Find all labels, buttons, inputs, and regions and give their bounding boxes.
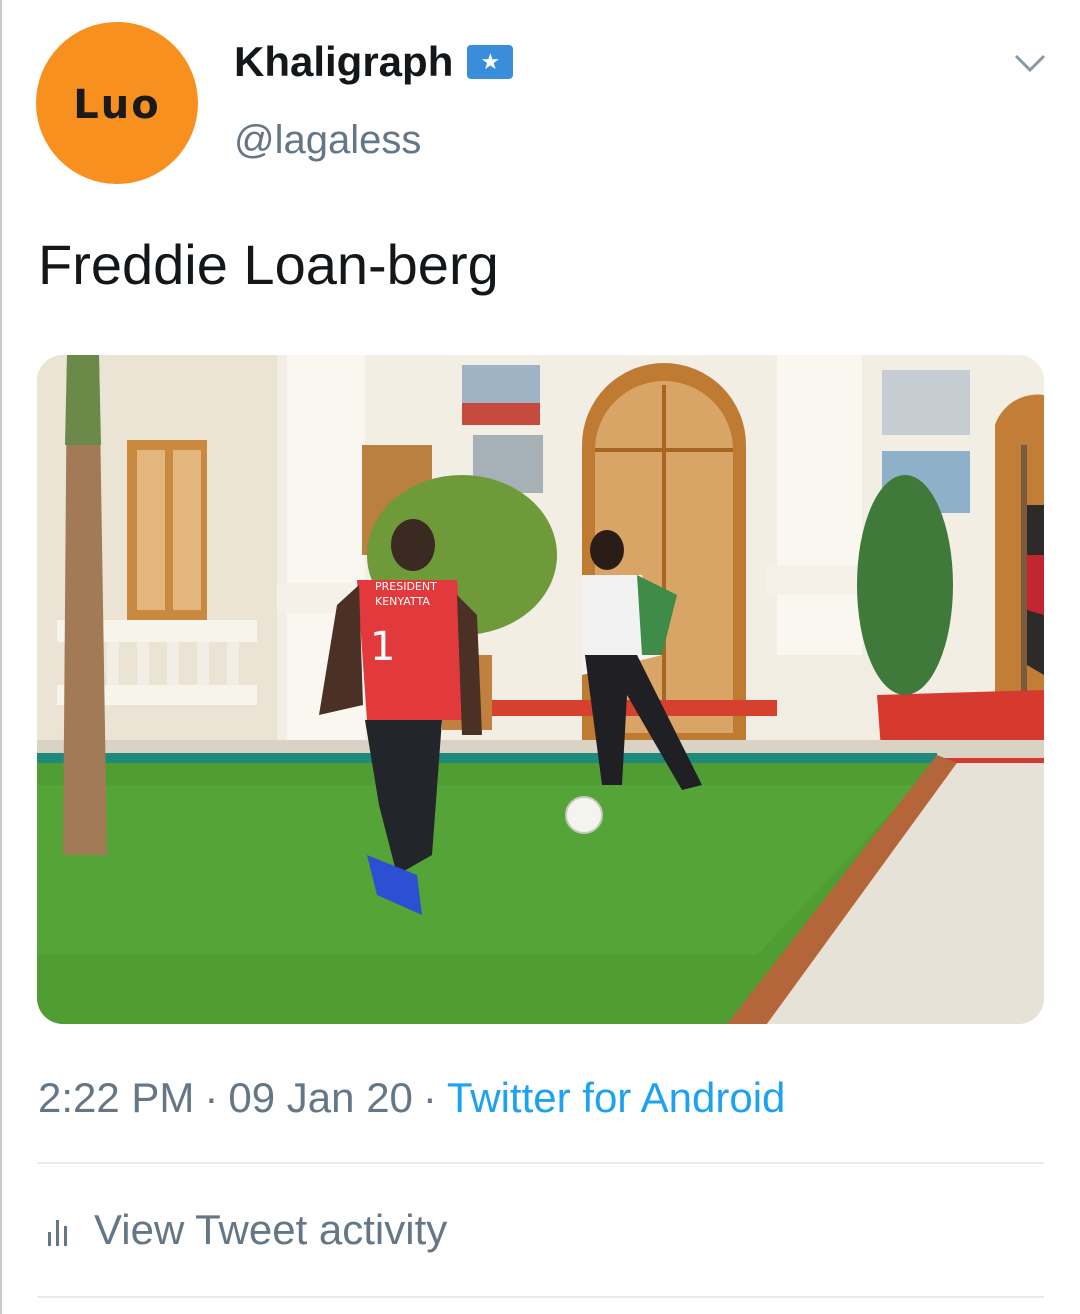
tweet-date: 09 Jan 20 xyxy=(228,1074,413,1121)
user-handle[interactable]: @lagaless xyxy=(234,118,421,163)
photo-scene: PRESIDENT KENYATTA 1 xyxy=(37,355,1044,1024)
bar-chart-icon xyxy=(48,1220,67,1246)
tweet-text: Freddie Loan-berg xyxy=(38,233,499,296)
tweet-meta: 2:22 PM · 09 Jan 20 · Twitter for Android xyxy=(38,1074,785,1122)
avatar[interactable]: Luo xyxy=(36,22,198,184)
meta-separator: · xyxy=(204,1074,219,1121)
display-name[interactable]: Khaligraph xyxy=(234,38,453,86)
meta-separator: · xyxy=(422,1074,437,1121)
tweet-source-link[interactable]: Twitter for Android xyxy=(447,1074,785,1121)
avatar-text: Luo xyxy=(73,82,161,128)
view-tweet-activity-link[interactable]: View Tweet activity xyxy=(44,1206,447,1254)
tweet-photo[interactable]: PRESIDENT KENYATTA 1 xyxy=(37,355,1044,1024)
jersey-text-line1: PRESIDENT xyxy=(375,580,437,593)
author-name-row: Khaligraph ★ xyxy=(234,38,514,86)
divider xyxy=(37,1162,1044,1164)
verified-badge-icon: ★ xyxy=(467,45,514,79)
jersey-text-line2: KENYATTA xyxy=(375,595,430,608)
divider xyxy=(37,1296,1044,1298)
view-tweet-activity-label: View Tweet activity xyxy=(94,1206,448,1253)
chevron-down-icon[interactable] xyxy=(1010,48,1050,78)
tweet-time: 2:22 PM xyxy=(38,1074,195,1121)
jersey-number: 1 xyxy=(370,624,395,670)
left-edge-rule xyxy=(0,0,2,1314)
